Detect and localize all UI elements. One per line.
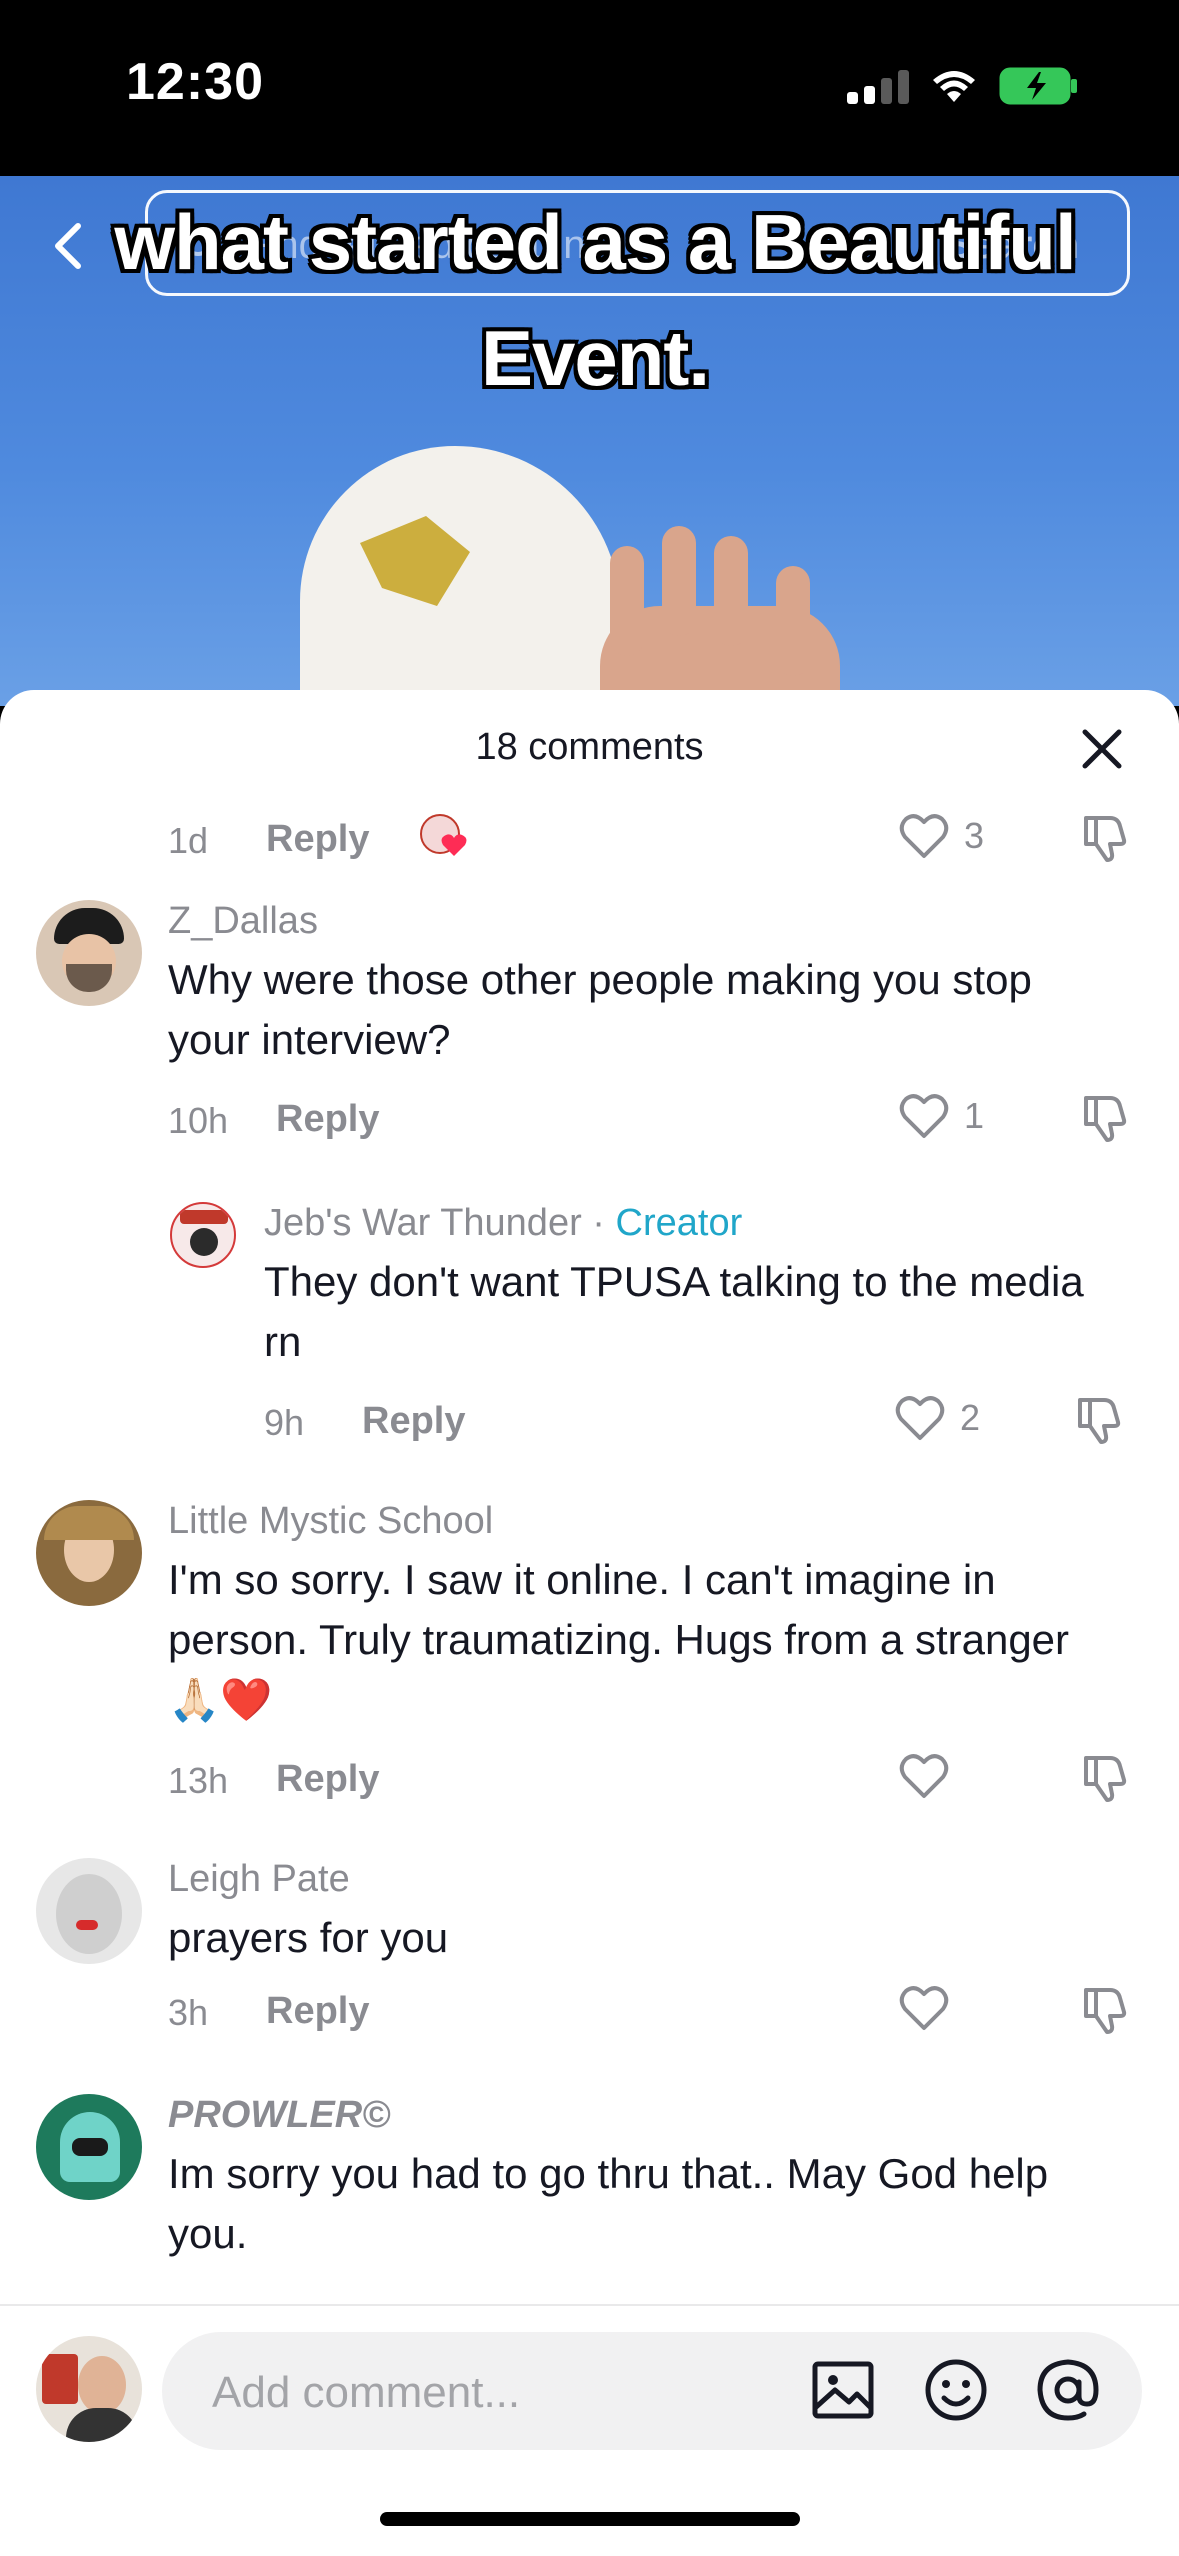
heart-icon [895,1396,945,1440]
heart-icon [899,1986,949,2030]
status-time: 12:30 [126,53,264,111]
comment-item: PROWLER© Im sorry you had to go thru tha… [0,2094,1179,2304]
comment-text: I'm so sorry. I saw it online. I can't i… [168,1556,1070,1723]
comment-username[interactable]: PROWLER© [168,2094,390,2137]
reply-button[interactable]: Reply [276,1758,379,1801]
avatar[interactable] [36,1500,142,1606]
status-bar: 12:30 [0,0,1179,176]
like-count: 2 [960,1397,981,1438]
comment-time: 10h [168,1100,229,1141]
comments-header: 18 comments [0,690,1179,810]
comment-item: Leigh Pate prayers for you 3h Reply [0,1858,1179,2078]
wifi-icon [933,71,975,102]
comment-time: 3h [168,1992,209,2033]
heart-icon [441,834,467,856]
home-indicator[interactable] [380,2512,800,2526]
heart-icon [899,1094,949,1138]
my-avatar[interactable] [36,2336,142,2442]
heart-icon [899,814,949,858]
close-icon[interactable] [1077,724,1127,774]
comment-time: 13h [168,1760,229,1801]
avatar[interactable] [36,900,142,1006]
emoji-icon[interactable] [920,2354,992,2426]
like-count: 3 [964,815,985,856]
cellular-signal-icon [847,68,909,104]
like-button[interactable] [898,1984,964,2032]
comment-text: They don't want TPUSA talking to the med… [264,1258,1084,1365]
comment-item: Little Mystic School I'm so sorry. I saw… [0,1500,1179,1860]
like-button[interactable] [898,1752,964,1800]
creator-name[interactable]: Jeb's War Thunder [264,1202,582,1244]
dislike-icon[interactable] [1080,1984,1132,2036]
comment-item: Z_Dallas Why were those other people mak… [0,900,1179,1200]
dislike-icon[interactable] [1080,812,1132,864]
comment-input[interactable]: Add comment... [162,2332,1142,2450]
dislike-icon[interactable] [1074,1394,1126,1446]
comments-count-title: 18 comments [475,726,704,768]
comment-reply-item: Jeb's War Thunder · Creator They don't w… [0,1202,1179,1502]
comment-text: Im sorry you had to go thru that.. May G… [168,2150,1049,2257]
image-icon[interactable] [807,2354,879,2426]
comment-text: prayers for you [168,1914,449,1961]
comment-username[interactable]: Jeb's War Thunder · Creator [264,1202,742,1245]
mention-icon[interactable] [1032,2354,1104,2426]
dislike-icon[interactable] [1080,1092,1132,1144]
reply-button[interactable]: Reply [362,1400,465,1443]
comment-input-placeholder: Add comment... [212,2368,521,2417]
dislike-icon[interactable] [1080,1752,1132,1804]
separator-dot: · [592,1202,605,1244]
creator-badge: Creator [615,1202,743,1244]
reply-button[interactable]: Reply [266,1990,369,2033]
like-count: 1 [964,1095,985,1136]
avatar[interactable] [36,2094,142,2200]
reply-button[interactable]: Reply [276,1098,379,1141]
status-icons [847,66,1079,106]
video-player[interactable]: Find related content Search what started… [0,176,1179,706]
like-button[interactable]: 1 [898,1092,984,1140]
reply-button[interactable]: Reply [266,818,369,861]
comments-sheet: 18 comments 1d Reply 3 Z_Dallas Why were… [0,690,1179,2556]
comment-time: 1d [168,820,209,861]
comment-username[interactable]: Z_Dallas [168,900,318,943]
video-caption-line2: Event. [480,314,710,402]
like-button[interactable]: 3 [898,812,984,860]
video-caption-line1: what started as a Beautiful [114,198,1076,286]
comment-text: Why were those other people making you s… [168,956,1032,1063]
avatar[interactable] [36,1858,142,1964]
video-hat [300,446,620,706]
avatar[interactable] [170,1202,236,1268]
like-button[interactable]: 2 [894,1394,980,1442]
comment-username[interactable]: Little Mystic School [168,1500,493,1543]
battery-charging-icon [999,67,1077,105]
heart-icon [899,1754,949,1798]
comment-item: 1d Reply 3 [0,800,1179,880]
comment-time: 9h [264,1402,305,1443]
creator-liked-badge [420,814,467,858]
comment-username[interactable]: Leigh Pate [168,1858,350,1901]
